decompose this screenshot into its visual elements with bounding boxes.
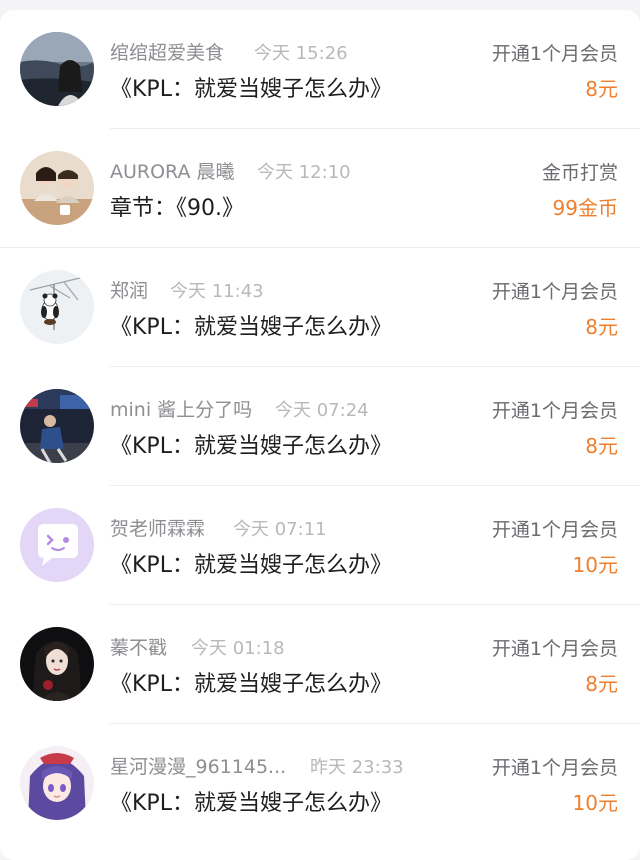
record-action: 开通1个月会员: [491, 757, 618, 779]
record-amount: 8元: [585, 77, 618, 101]
record-amount: 10元: [572, 791, 618, 815]
record-time: 今天 01:18: [191, 638, 285, 659]
user-name: mini 酱上分了吗: [110, 399, 253, 421]
avatar-night-street-icon[interactable]: [20, 389, 94, 463]
avatar-default-chat-bubble-icon[interactable]: [20, 508, 94, 582]
record-row[interactable]: 郑润 今天 11:43 《KPL：就爱当嫂子怎么办》 开通1个月会员 8元: [0, 248, 640, 367]
top-divider: [20, 0, 620, 6]
record-time: 今天 11:43: [170, 281, 264, 302]
avatar-anime-girl-icon[interactable]: [20, 746, 94, 820]
record-action: 开通1个月会员: [491, 400, 618, 422]
avatar-couple-photo-icon[interactable]: [20, 151, 94, 225]
user-name: 星河漫漫_961145...: [110, 756, 287, 778]
record-action: 开通1个月会员: [491, 519, 618, 541]
record-time: 昨天 23:33: [310, 757, 404, 778]
record-row[interactable]: mini 酱上分了吗 今天 07:24 《KPL：就爱当嫂子怎么办》 开通1个月…: [0, 367, 640, 486]
record-time: 今天 07:24: [275, 400, 369, 421]
user-name: 蓁不戳: [110, 637, 168, 659]
record-action: 开通1个月会员: [491, 281, 618, 303]
book-title: 《KPL：就爱当嫂子怎么办》: [110, 434, 392, 459]
record-amount: 8元: [585, 315, 618, 339]
record-amount: 8元: [585, 434, 618, 458]
records-card: 绾绾超爱美食 今天 15:26 《KPL：就爱当嫂子怎么办》 开通1个月会员 8…: [0, 10, 640, 860]
user-name: AURORA 晨曦: [110, 161, 235, 183]
record-time: 今天 07:11: [233, 519, 327, 540]
book-title: 《KPL：就爱当嫂子怎么办》: [110, 315, 392, 340]
book-title: 《KPL：就爱当嫂子怎么办》: [110, 672, 392, 697]
record-time: 今天 12:10: [257, 162, 351, 183]
record-amount: 8元: [585, 672, 618, 696]
avatar-panda-tree-icon[interactable]: [20, 270, 94, 344]
record-row[interactable]: 星河漫漫_961145... 昨天 23:33 《KPL：就爱当嫂子怎么办》 开…: [0, 724, 640, 843]
book-title: 《KPL：就爱当嫂子怎么办》: [110, 77, 392, 102]
avatar-dark-portrait-icon[interactable]: [20, 627, 94, 701]
record-amount: 10元: [572, 553, 618, 577]
record-row[interactable]: 绾绾超爱美食 今天 15:26 《KPL：就爱当嫂子怎么办》 开通1个月会员 8…: [0, 10, 640, 129]
record-row[interactable]: AURORA 晨曦 今天 12:10 章节：《90.》 金币打赏 99金币: [0, 129, 640, 248]
book-title: 《KPL：就爱当嫂子怎么办》: [110, 553, 392, 578]
record-action: 开通1个月会员: [491, 638, 618, 660]
book-title: 《KPL：就爱当嫂子怎么办》: [110, 791, 392, 816]
record-time: 今天 15:26: [254, 43, 348, 64]
user-name: 贺老师霖霖: [110, 518, 206, 540]
user-name: 绾绾超爱美食: [110, 42, 225, 64]
chapter-title: 章节：《90.》: [110, 196, 244, 221]
record-action: 开通1个月会员: [491, 43, 618, 65]
record-amount: 99金币: [552, 196, 618, 220]
record-row[interactable]: 蓁不戳 今天 01:18 《KPL：就爱当嫂子怎么办》 开通1个月会员 8元: [0, 605, 640, 724]
avatar-sea-girl-icon[interactable]: [20, 32, 94, 106]
user-name: 郑润: [110, 280, 149, 302]
record-action: 金币打赏: [541, 162, 618, 184]
record-row[interactable]: 贺老师霖霖 今天 07:11 《KPL：就爱当嫂子怎么办》 开通1个月会员 10…: [0, 486, 640, 605]
